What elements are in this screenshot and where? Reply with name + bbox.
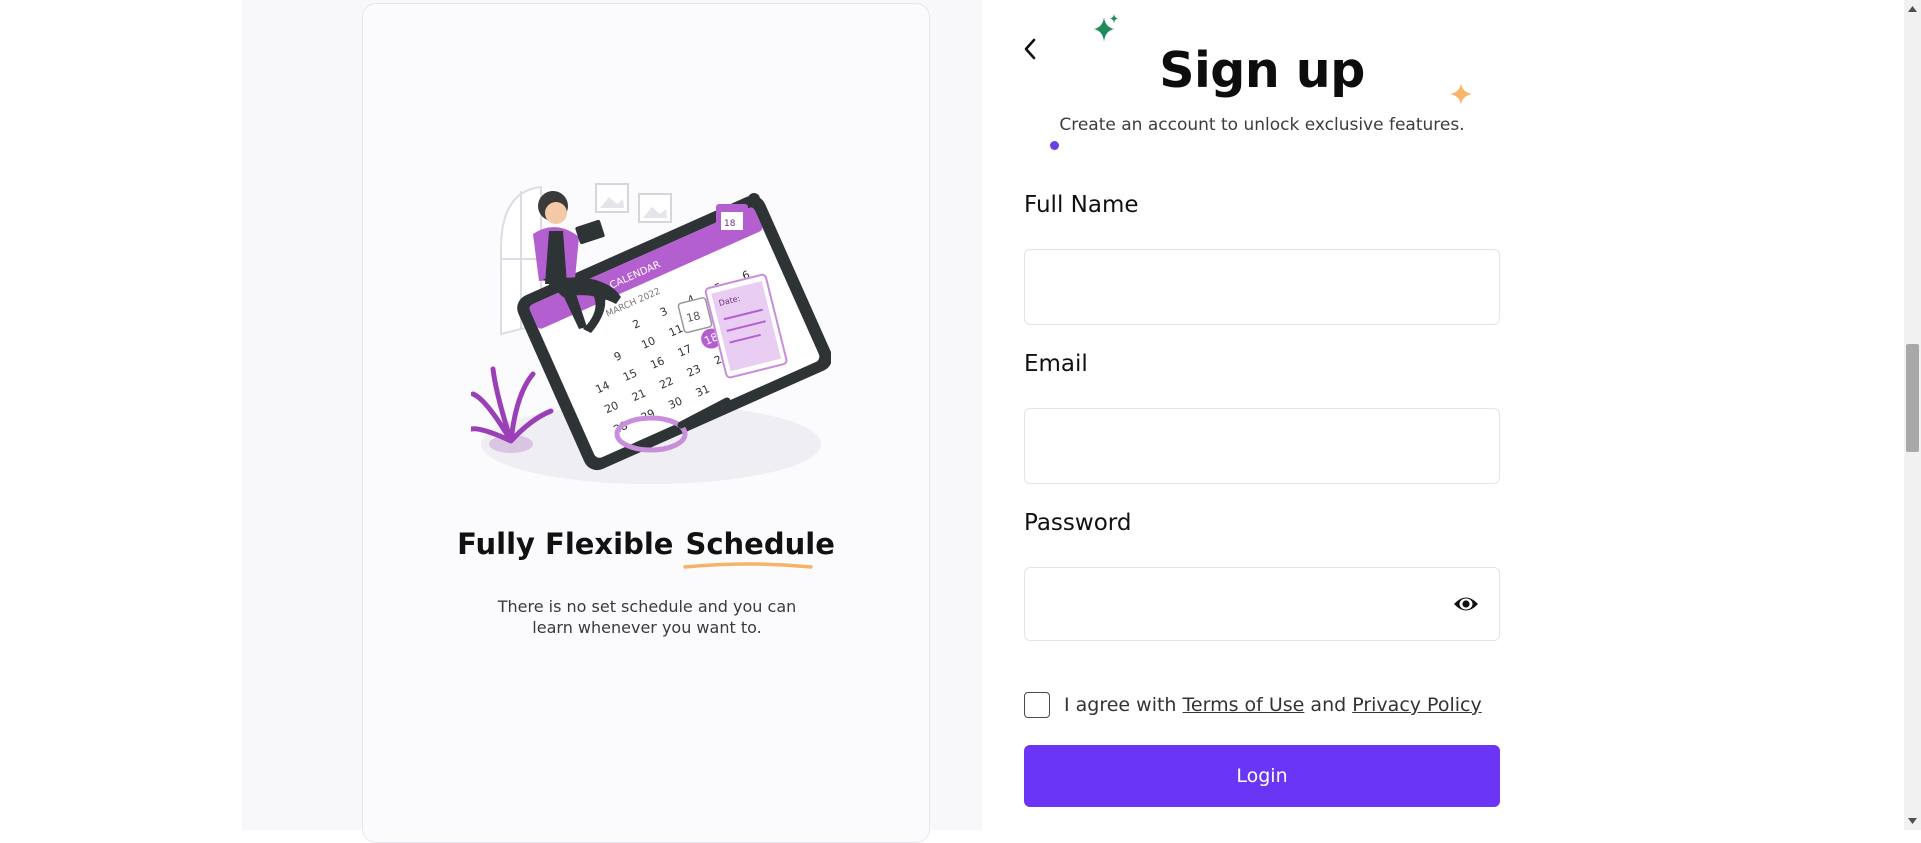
- agree-checkbox[interactable]: [1024, 692, 1050, 718]
- agree-and-text: and: [1310, 694, 1347, 716]
- terms-agreement: I agree with Terms of Use and Privacy Po…: [1024, 690, 1482, 720]
- scroll-down-arrow[interactable]: [1906, 814, 1919, 828]
- feature-title-main: Fully Flexible: [457, 527, 674, 561]
- caret-down-icon: [1908, 818, 1917, 824]
- mini-calendar-day: 18: [724, 219, 736, 229]
- page-subtitle: Create an account to unlock exclusive fe…: [1059, 115, 1465, 135]
- password-input[interactable]: [1024, 567, 1500, 641]
- email-label: Email: [1024, 351, 1088, 377]
- scrollbar-thumb[interactable]: [1906, 344, 1919, 452]
- feature-title: Fully Flexible Schedule: [363, 527, 929, 569]
- email-input[interactable]: [1024, 408, 1500, 484]
- terms-of-use-link[interactable]: Terms of Use: [1183, 694, 1305, 716]
- feature-description: There is no set schedule and you can lea…: [497, 597, 797, 637]
- feature-title-highlight-text: Schedule: [685, 527, 835, 561]
- eye-icon: [1454, 597, 1478, 611]
- privacy-policy-link[interactable]: Privacy Policy: [1352, 694, 1481, 716]
- toggle-password-button[interactable]: [1452, 592, 1480, 616]
- decorative-dot: [1050, 141, 1059, 150]
- fullname-input[interactable]: [1024, 249, 1500, 325]
- caret-up-icon: [1908, 6, 1917, 12]
- feature-card: CALENDAR MARCH 2022 2 3 4 5 6 9 10 11 12…: [362, 3, 930, 843]
- page-title: Sign up: [1159, 42, 1365, 99]
- password-label: Password: [1024, 510, 1132, 536]
- agree-prefix-text: I agree with: [1064, 694, 1177, 716]
- feature-title-highlight: Schedule: [683, 527, 835, 569]
- fullname-label: Full Name: [1024, 192, 1139, 218]
- scroll-up-arrow[interactable]: [1906, 2, 1919, 16]
- underline-decoration: [683, 562, 814, 569]
- calendar-illustration: CALENDAR MARCH 2022 2 3 4 5 6 9 10 11 12…: [471, 183, 831, 484]
- sparkle-icon: [1094, 14, 1118, 42]
- login-button[interactable]: Login: [1024, 745, 1500, 807]
